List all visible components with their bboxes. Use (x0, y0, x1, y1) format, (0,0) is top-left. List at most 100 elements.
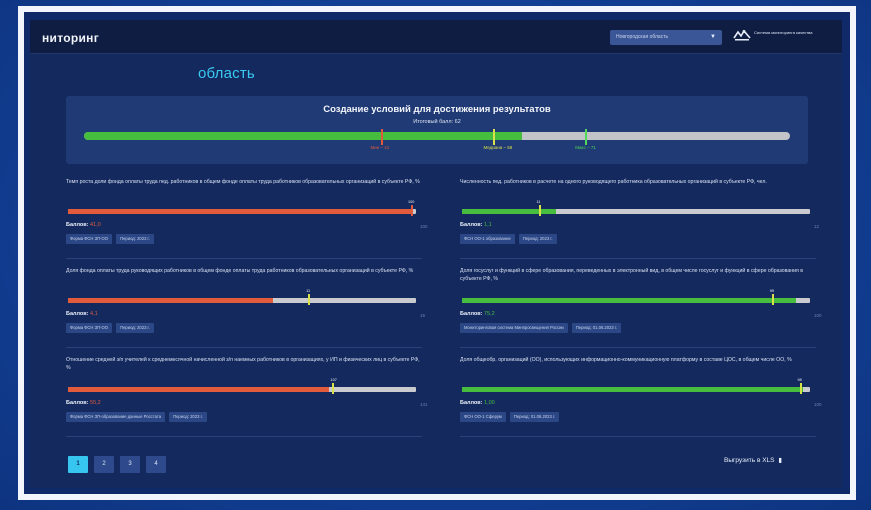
metric-progress-fill (462, 209, 556, 214)
summary-marker-max (585, 129, 588, 145)
metric-marker (410, 205, 413, 216)
metric-card: Доля фонда оплаты труда руководящих рабо… (66, 267, 425, 353)
metric-score-label: Баллов: (460, 222, 483, 228)
metric-score-value: 55,2 (90, 400, 101, 406)
metric-card: Доля общеобр. организаций (ОО), использу… (460, 356, 822, 442)
page-button-2[interactable]: 2 (94, 456, 114, 473)
page-button-3[interactable]: 3 (120, 456, 140, 473)
region-select-value: Новгородская область (616, 34, 669, 40)
summary-marker-median (493, 129, 496, 145)
metric-period-tag: Период: 2023 г. (169, 412, 207, 422)
summary-marker-min (380, 129, 383, 145)
brand-logo-icon (733, 29, 751, 41)
metric-value-label: 107 (330, 378, 337, 382)
metric-card: Отношение средней з/п учителей к среднем… (66, 356, 428, 442)
metric-description: Доля общеобр. организаций (ОО), использу… (460, 357, 792, 363)
metric-progress-fill (68, 387, 329, 392)
divider (460, 258, 816, 259)
metric-card: Темп роста доли фонда оплаты труда пед. … (66, 178, 428, 264)
metric-max-label: 100 (420, 224, 428, 229)
metric-max-label: 100 (814, 313, 822, 318)
summary-marker-label-min: Мин – 41 (370, 145, 390, 150)
summary-progress-fill (84, 132, 522, 140)
metric-marker (771, 294, 774, 305)
divider (460, 347, 816, 348)
metric-score-label: Баллов: (66, 222, 89, 228)
metric-tags: Форма ФСН ЗП-ОО Период: 2023 г. (66, 234, 158, 244)
metric-description: Темп роста доли фонда оплаты труда пед. … (66, 179, 420, 185)
metric-description: Отношение средней з/п учителей к среднем… (66, 357, 420, 371)
divider (460, 436, 816, 437)
metric-source-tag: Мониторинговая система Минпросвещения Ро… (460, 323, 568, 333)
metric-description: Доля госуслуг и функций в сфере образова… (460, 268, 804, 282)
page-button-4[interactable]: 4 (146, 456, 166, 473)
metric-score-label: Баллов: (460, 311, 483, 317)
metric-score-value: 75,2 (484, 311, 495, 317)
summary-marker-label-max: Макс – 71 (575, 145, 596, 150)
app-title: ниторинг (42, 31, 100, 45)
region-select[interactable]: Новгородская область ▼ (610, 30, 722, 45)
metric-marker (308, 294, 311, 305)
metric-progress-track (68, 209, 416, 214)
divider (66, 258, 422, 259)
metric-score: Баллов: 4,1 (66, 311, 98, 317)
metric-period-tag: Период: 2023 г. (116, 323, 154, 333)
summary-progress-track (84, 132, 790, 140)
metric-source-tag: Форма ФСН ЗП-образование данные Росстата (66, 412, 166, 422)
page-button-1[interactable]: 1 (68, 456, 88, 473)
metric-source-tag: Форма ФСН ЗП-ОО (66, 323, 113, 333)
summary-title: Создание условий для достижения результа… (323, 104, 551, 115)
metric-score: Баллов: 55,2 (66, 400, 101, 406)
metric-card: Доля госуслуг и функций в сфере образова… (460, 267, 822, 353)
export-xls-label: Выгрузить в XLS (724, 457, 775, 464)
divider (66, 436, 422, 437)
chevron-down-icon: ▼ (710, 34, 716, 40)
metric-max-label: 12 (814, 224, 820, 229)
metric-progress-track (68, 298, 416, 303)
metric-score-value: 1,00 (484, 400, 495, 406)
metric-description: Численность пед. работников в расчете на… (460, 179, 767, 185)
export-xls-button[interactable]: Выгрузить в XLS ▮ (724, 456, 782, 464)
metric-marker (332, 383, 335, 394)
metric-score-label: Баллов: (460, 400, 483, 406)
metric-period-tag: Период: 2023 г. (518, 234, 557, 244)
dashboard-screen: ниторинг Новгородская область ▼ Система … (30, 20, 842, 488)
metric-progress-track (462, 209, 810, 214)
divider (66, 347, 422, 348)
metric-value-label: 11 (306, 289, 311, 293)
metric-tags: Форма ФСН ЗП-образование данные Росстата… (66, 412, 211, 422)
metric-score: Баллов: 75,2 (460, 311, 495, 317)
metric-max-label: 141 (420, 402, 428, 407)
metric-card: Численность пед. работников в расчете на… (460, 178, 820, 264)
top-bar: ниторинг Новгородская область ▼ Система … (30, 20, 842, 54)
metric-max-label: 100 (814, 402, 822, 407)
metric-value-label: 100 (408, 200, 415, 204)
pagination: 1234 (68, 452, 172, 473)
document-icon: ▮ (778, 457, 782, 464)
metric-progress-fill (462, 298, 797, 303)
metric-score: Баллов: 41,0 (66, 222, 101, 228)
metric-source-tag: Форма ФСН ЗП-ОО (66, 234, 113, 244)
metric-progress-track (462, 298, 810, 303)
metric-progress-track (68, 387, 416, 392)
metric-progress-fill (68, 209, 413, 214)
metric-marker (799, 383, 802, 394)
metric-value-label: 11 (536, 200, 541, 204)
metric-source-tag: ФСН ОО-1 Сферум (460, 412, 506, 422)
metric-tags: ФСН ОО-1 образование Период: 2023 г. (460, 234, 561, 244)
brand-text: Система мониторинга качества (754, 30, 813, 35)
metric-progress-fill (68, 298, 274, 303)
summary-card: Создание условий для достижения результа… (66, 96, 808, 164)
metric-score: Баллов: 1,1 (460, 222, 492, 228)
metric-period-tag: Период: 2023 г. (116, 234, 154, 244)
metric-tags: Мониторинговая система Минпросвещения Ро… (460, 323, 625, 333)
metric-tags: ФСН ОО-1 Сферум Период: 01.06.2023 г. (460, 412, 563, 422)
metric-source-tag: ФСН ОО-1 образование (460, 234, 515, 244)
metric-score-value: 1,1 (484, 222, 492, 228)
metric-period-tag: Период: 01.06.2023 г. (509, 412, 560, 422)
metric-score-label: Баллов: (66, 400, 89, 406)
metric-score-value: 41,0 (90, 222, 101, 228)
metric-score: Баллов: 1,00 (460, 400, 495, 406)
metric-description: Доля фонда оплаты труда руководящих рабо… (66, 268, 414, 274)
metric-period-tag: Период: 01.06.2023 г. (571, 323, 622, 333)
